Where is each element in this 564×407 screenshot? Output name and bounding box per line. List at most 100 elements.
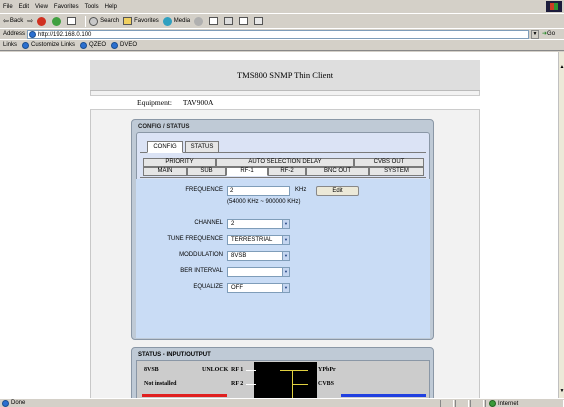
- status-io-heading: STATUS - INPUT/OUTPUT: [138, 352, 211, 358]
- scroll-down-icon[interactable]: ▼: [559, 388, 564, 394]
- home-button[interactable]: [67, 17, 78, 25]
- links-bar: Links Customize Links QZEO DVEO: [0, 39, 564, 51]
- chevron-down-icon: ▼: [282, 236, 289, 244]
- tab-system[interactable]: SYSTEM: [369, 167, 424, 176]
- address-input[interactable]: http://192.168.0.100: [27, 30, 529, 39]
- history-icon: [194, 16, 204, 26]
- back-label: Back: [9, 18, 24, 24]
- media-label: Media: [173, 18, 191, 24]
- rf2-signal-line: [246, 384, 256, 385]
- print-button[interactable]: [224, 17, 235, 25]
- link-qzeo[interactable]: QZEO: [80, 41, 107, 49]
- menu-tools[interactable]: Tools: [85, 4, 99, 10]
- go-label: Go: [547, 31, 556, 37]
- forward-arrow-icon: ⇨: [27, 18, 34, 25]
- stop-button[interactable]: [37, 16, 48, 26]
- chevron-down-icon: ▼: [282, 268, 289, 276]
- equalize-label: EQUALIZE: [193, 284, 223, 290]
- tab-status[interactable]: STATUS: [185, 141, 219, 153]
- ypbpr-signal-line: [308, 370, 316, 371]
- signal-mode: 8VSB: [144, 367, 159, 373]
- tab-cvbs-out[interactable]: CVBS OUT: [354, 158, 424, 167]
- tab-bnc-out[interactable]: BNC OUT: [306, 167, 369, 176]
- menu-view[interactable]: View: [35, 4, 48, 10]
- not-installed-label: Not installed: [144, 381, 177, 387]
- menu-edit[interactable]: Edit: [19, 4, 29, 10]
- menu-file[interactable]: File: [3, 4, 13, 10]
- tab-auto-selection-delay[interactable]: AUTO SELECTION DELAY: [216, 158, 354, 167]
- refresh-button[interactable]: [52, 16, 63, 26]
- mail-button[interactable]: [209, 17, 220, 25]
- tab-priority[interactable]: PRIORITY: [143, 158, 216, 167]
- config-status-heading: CONFIG / STATUS: [138, 124, 190, 130]
- zone-text: Internet: [498, 400, 519, 407]
- ie-link-icon: [111, 41, 119, 49]
- modulation-value: 8VSB: [231, 253, 247, 259]
- rf1-input-label: RF 1: [231, 367, 244, 373]
- go-button[interactable]: ➜Go: [542, 30, 555, 37]
- link-dveo[interactable]: DVEO: [111, 41, 138, 49]
- refresh-icon: [52, 16, 62, 26]
- equipment-label: Equipment:: [137, 98, 172, 107]
- status-section: [440, 400, 454, 407]
- channel-label: CHANNEL: [194, 220, 223, 226]
- chevron-down-icon: ▼: [282, 220, 289, 228]
- menu-help[interactable]: Help: [105, 4, 117, 10]
- search-label: Search: [100, 18, 120, 24]
- red-indicator-bar: [142, 394, 227, 397]
- internet-zone-icon: [489, 400, 496, 407]
- status-bar: Done Internet: [0, 398, 564, 407]
- tab-sub[interactable]: SUB: [187, 167, 226, 176]
- tab-rf-1[interactable]: RF-1: [226, 167, 268, 176]
- edit-page-icon: [239, 17, 249, 25]
- history-button[interactable]: [194, 16, 205, 26]
- equalize-value: OFF: [231, 285, 243, 291]
- edit-button[interactable]: Edit: [316, 186, 359, 196]
- media-icon: [162, 16, 172, 26]
- tab-main[interactable]: MAIN: [143, 167, 187, 176]
- ie-link-icon: [22, 41, 30, 49]
- address-dropdown-icon[interactable]: ▼: [531, 30, 539, 39]
- home-icon: [67, 17, 77, 25]
- equipment-row: Equipment: TAV900A: [90, 95, 480, 110]
- channel-select[interactable]: 2 ▼: [227, 219, 290, 229]
- tune-frequence-select[interactable]: TERRESTRIAL ▼: [227, 235, 290, 245]
- ie-link-icon: [80, 41, 88, 49]
- favorites-label: Favorites: [134, 18, 159, 24]
- frequence-unit: KHz: [295, 187, 307, 193]
- modulation-label: MODDULATION: [179, 252, 223, 258]
- equipment-value: TAV900A: [182, 98, 214, 107]
- cvbs-output-label: CVBS: [318, 381, 335, 387]
- tab-rf-2[interactable]: RF-2: [268, 167, 306, 176]
- link-customize-links[interactable]: Customize Links: [22, 41, 75, 49]
- forward-button[interactable]: ⇨: [27, 17, 33, 25]
- tune-frequence-value: TERRESTRIAL: [231, 237, 273, 243]
- tab-config[interactable]: CONFIG: [147, 141, 183, 153]
- menu-favorites[interactable]: Favorites: [54, 4, 79, 10]
- favorites-button[interactable]: Favorites: [123, 17, 159, 25]
- link-label: DVEO: [120, 42, 138, 48]
- ber-interval-label: BER INTERVAL: [180, 268, 223, 274]
- zone-section: Internet: [485, 400, 564, 407]
- cvbs-signal-line: [308, 384, 316, 385]
- chevron-down-icon: ▼: [282, 252, 289, 260]
- address-url: http://192.168.0.100: [38, 31, 92, 38]
- link-label: QZEO: [89, 42, 107, 48]
- ber-interval-select[interactable]: ▼: [227, 267, 290, 277]
- media-button[interactable]: Media: [162, 16, 191, 26]
- modulation-select[interactable]: 8VSB ▼: [227, 251, 290, 261]
- scroll-up-icon[interactable]: ▲: [559, 64, 564, 70]
- search-button[interactable]: Search: [89, 16, 120, 26]
- stop-icon: [37, 16, 47, 26]
- vertical-scrollbar[interactable]: ▲ ▼: [558, 52, 564, 398]
- frequence-input[interactable]: 2: [227, 186, 290, 196]
- edit-page-button[interactable]: [239, 17, 250, 25]
- tab-underline: [140, 177, 426, 178]
- discuss-button[interactable]: [254, 17, 265, 25]
- equalize-select[interactable]: OFF ▼: [227, 283, 290, 293]
- page-title: TMS800 SNMP Thin Client: [90, 60, 480, 91]
- back-button[interactable]: ⇦ Back: [3, 17, 23, 25]
- address-bar: Address http://192.168.0.100 ▼ ➜Go: [0, 28, 564, 39]
- toolbar: ⇦ Back ⇨ Search Favorites Media: [0, 13, 564, 28]
- tune-frequence-label: TUNE FREQUENCE: [167, 236, 223, 242]
